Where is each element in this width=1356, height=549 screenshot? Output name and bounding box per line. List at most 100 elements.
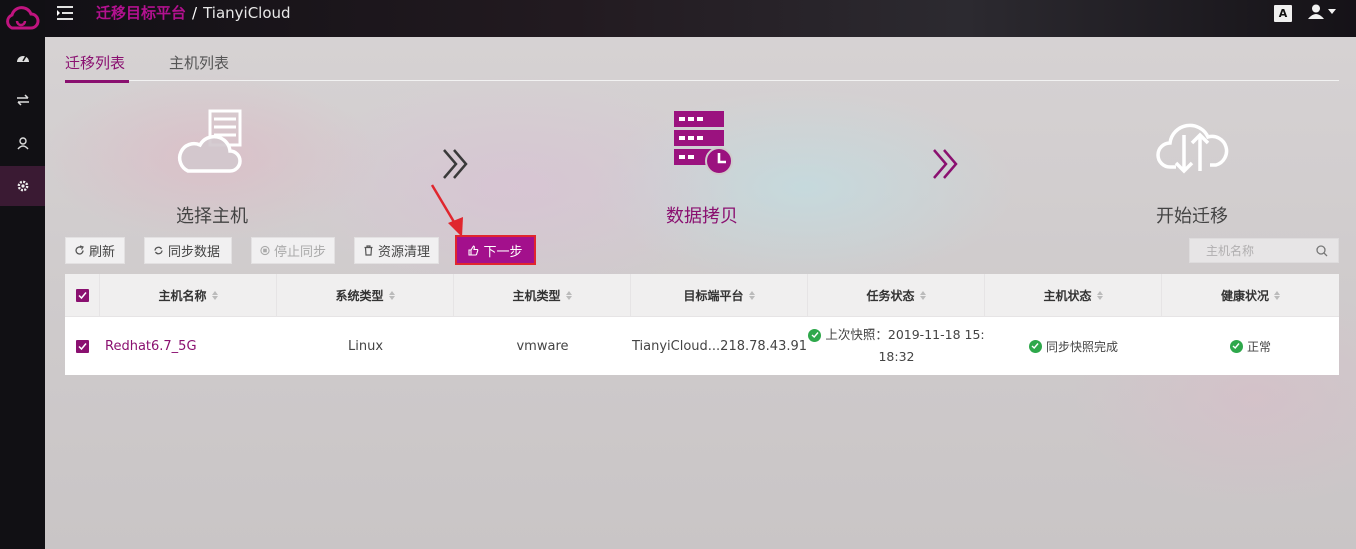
column-header-label: 任务状态 bbox=[866, 289, 915, 303]
health-cell: 正常 bbox=[1162, 317, 1339, 375]
last-snapshot-time: 18:32 bbox=[878, 349, 915, 364]
left-nav-rail bbox=[0, 0, 45, 549]
resource-cleanup-label: 资源清理 bbox=[377, 245, 430, 260]
sort-icon bbox=[211, 291, 218, 300]
step-data-copy: 数据拷贝 bbox=[622, 107, 782, 228]
host-type-cell: vmware bbox=[516, 338, 569, 354]
step-select-host: 选择主机 bbox=[132, 107, 292, 228]
health-text: 正常 bbox=[1246, 339, 1271, 354]
breadcrumb-platform[interactable]: 迁移目标平台 bbox=[96, 4, 186, 22]
column-header-label: 主机类型 bbox=[512, 289, 561, 303]
sort-icon bbox=[565, 291, 572, 300]
dashboard-nav[interactable] bbox=[0, 38, 45, 78]
double-chevron-right-icon bbox=[933, 149, 958, 179]
host-name-link[interactable]: Redhat6.7_5G bbox=[100, 317, 277, 375]
resource-cleanup-button[interactable]: 资源清理 bbox=[354, 237, 439, 264]
column-header-label: 主机状态 bbox=[1043, 289, 1092, 303]
success-check-icon bbox=[1028, 339, 1042, 353]
success-check-icon bbox=[1229, 339, 1243, 353]
gear-icon bbox=[17, 180, 28, 192]
sort-icon bbox=[1274, 291, 1280, 300]
column-header-label: 系统类型 bbox=[335, 289, 384, 303]
cloud-server-icon bbox=[177, 109, 242, 173]
column-header-host-status[interactable]: 主机状态 bbox=[985, 274, 1162, 317]
host-name-search[interactable] bbox=[1189, 238, 1339, 263]
row-select-cell bbox=[65, 317, 100, 375]
migration-table: 主机名称 系统类型 主机类型 目标端平台 任务状态 主机状态 健康状况 Redh… bbox=[65, 274, 1339, 375]
breadcrumb-separator: / bbox=[192, 4, 198, 22]
double-chevron-right-icon bbox=[443, 149, 468, 179]
column-header-label: 目标端平台 bbox=[683, 289, 744, 303]
transfer-arrows-icon bbox=[16, 94, 29, 106]
tab-migration-list[interactable]: 迁移列表 bbox=[65, 54, 130, 83]
table-row[interactable]: Redhat6.7_5G Linux vmware TianyiCloud...… bbox=[65, 317, 1339, 375]
server-clock-icon bbox=[674, 111, 733, 175]
step-label: 开始迁移 bbox=[1156, 206, 1228, 227]
cloud-transfer-icon bbox=[1156, 123, 1229, 174]
trash-icon bbox=[364, 245, 373, 256]
check-icon bbox=[78, 342, 87, 350]
top-bar: 迁移目标平台 / TianyiCloud A bbox=[45, 0, 1356, 37]
target-platform-cell: TianyiCloud...218.78.43.91 bbox=[631, 338, 808, 354]
step-label: 数据拷贝 bbox=[666, 206, 738, 227]
column-header-host-name[interactable]: 主机名称 bbox=[100, 274, 277, 317]
refresh-icon bbox=[75, 245, 84, 255]
task-status-cell: 上次快照：2019-11-18 15: 18:32 bbox=[808, 317, 985, 375]
caret-down-icon bbox=[1328, 9, 1336, 14]
last-snapshot-text: 上次快照：2019-11-18 15: bbox=[825, 327, 985, 342]
sort-icon bbox=[1096, 291, 1103, 300]
stop-sync-button[interactable]: 停止同步 bbox=[251, 237, 335, 264]
red-annotation-arrow-icon bbox=[430, 184, 463, 237]
breadcrumb-current: TianyiCloud bbox=[203, 4, 291, 22]
column-header-health[interactable]: 健康状况 bbox=[1162, 274, 1339, 317]
refresh-label: 刷新 bbox=[89, 245, 116, 260]
main-content: 迁移列表 主机列表 选择主机 数据拷贝 开始迁移 刷新 同步数据 停止同步 资源… bbox=[45, 37, 1356, 549]
migration-nav[interactable] bbox=[0, 80, 45, 120]
tab-bar: 迁移列表 主机列表 bbox=[65, 54, 1339, 83]
stop-sync-label: 停止同步 bbox=[273, 245, 326, 260]
step-label: 选择主机 bbox=[176, 206, 248, 227]
cloud-logo-icon[interactable] bbox=[2, 2, 40, 34]
table-header: 主机名称 系统类型 主机类型 目标端平台 任务状态 主机状态 健康状况 bbox=[65, 274, 1339, 317]
row-checkbox[interactable] bbox=[76, 339, 89, 353]
user-icon bbox=[1308, 4, 1324, 19]
sort-icon bbox=[388, 291, 395, 300]
sort-icon bbox=[748, 291, 755, 300]
dashboard-icon bbox=[16, 55, 29, 62]
task-status-line: 上次快照：2019-11-18 15: bbox=[808, 324, 985, 346]
success-check-icon bbox=[808, 328, 822, 342]
language-switch-button[interactable]: A bbox=[1274, 5, 1292, 22]
refresh-button[interactable]: 刷新 bbox=[65, 237, 125, 264]
sync-icon bbox=[154, 246, 163, 255]
tab-host-list[interactable]: 主机列表 bbox=[169, 54, 229, 81]
select-all-checkbox[interactable] bbox=[75, 289, 89, 302]
settings-nav[interactable] bbox=[0, 166, 45, 206]
breadcrumb: 迁移目标平台 / TianyiCloud bbox=[96, 4, 291, 22]
sync-data-label: 同步数据 bbox=[168, 245, 221, 260]
column-header-label: 健康状况 bbox=[1220, 289, 1269, 303]
search-icon[interactable] bbox=[1316, 244, 1328, 257]
column-header-label: 主机名称 bbox=[158, 289, 207, 303]
stop-circle-icon bbox=[260, 245, 270, 256]
column-header-os-type[interactable]: 系统类型 bbox=[277, 274, 454, 317]
check-icon bbox=[77, 292, 87, 300]
next-step-button[interactable]: 下一步 bbox=[455, 235, 536, 265]
select-all-cell bbox=[65, 274, 100, 317]
column-header-host-type[interactable]: 主机类型 bbox=[454, 274, 631, 317]
step-start-migration: 开始迁移 bbox=[1112, 107, 1272, 228]
column-header-task-status[interactable]: 任务状态 bbox=[808, 274, 985, 317]
thumbs-up-icon bbox=[468, 244, 479, 256]
search-input[interactable] bbox=[1206, 243, 1306, 258]
column-header-target-platform[interactable]: 目标端平台 bbox=[631, 274, 808, 317]
menu-toggle-icon[interactable] bbox=[56, 4, 74, 22]
language-icon-label: A bbox=[1278, 7, 1288, 20]
os-type-cell: Linux bbox=[347, 338, 384, 354]
user-nav[interactable] bbox=[0, 123, 45, 163]
host-status-cell: 同步快照完成 bbox=[985, 317, 1162, 375]
next-step-label: 下一步 bbox=[483, 244, 523, 260]
sort-icon bbox=[919, 291, 926, 300]
user-outline-icon bbox=[16, 137, 29, 150]
user-menu-button[interactable] bbox=[1307, 2, 1341, 22]
host-status-text: 同步快照完成 bbox=[1045, 339, 1118, 354]
sync-data-button[interactable]: 同步数据 bbox=[144, 237, 232, 264]
